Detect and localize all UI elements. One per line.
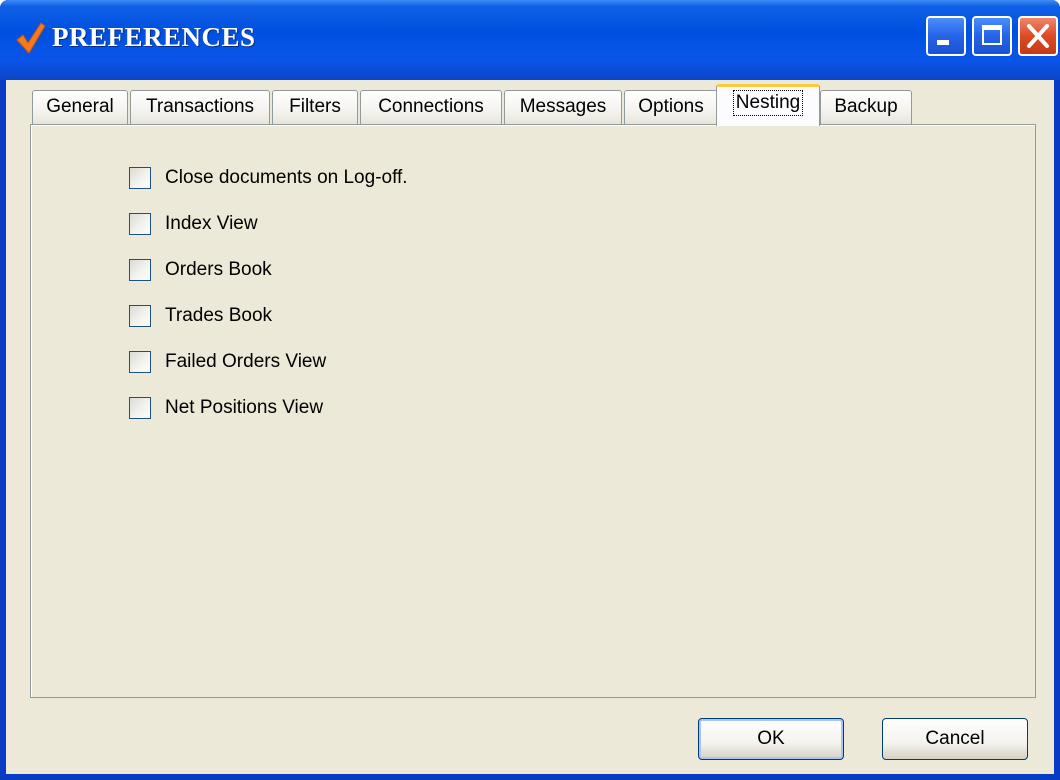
checkbox[interactable] <box>129 213 151 235</box>
maximize-button[interactable] <box>972 16 1012 56</box>
option-label: Index View <box>165 213 258 234</box>
tab-filters[interactable]: Filters <box>272 90 358 124</box>
preferences-window: PREFERENCES General Transactions Filters… <box>0 0 1060 780</box>
tab-messages[interactable]: Messages <box>504 90 622 124</box>
tab-label: Options <box>638 96 704 117</box>
checkbox[interactable] <box>129 397 151 419</box>
tab-general[interactable]: General <box>32 90 128 124</box>
tab-label: Messages <box>519 96 607 117</box>
tab-connections[interactable]: Connections <box>360 90 502 124</box>
tab-label: Backup <box>834 96 898 117</box>
close-icon <box>1027 24 1049 48</box>
dialog-client-area: General Transactions Filters Connections… <box>6 80 1054 774</box>
minimize-icon <box>937 40 949 45</box>
maximize-icon <box>982 25 1002 45</box>
tab-label: Transactions <box>145 96 255 117</box>
tab-label: General <box>46 96 114 117</box>
ok-button[interactable]: OK <box>698 718 844 760</box>
tab-backup[interactable]: Backup <box>820 90 912 124</box>
checkbox[interactable] <box>129 259 151 281</box>
option-label: Trades Book <box>165 305 273 326</box>
nesting-panel: Close documents on Log-off. Index View O… <box>30 124 1036 698</box>
checkbox[interactable] <box>129 351 151 373</box>
option-label: Orders Book <box>165 259 272 280</box>
checkbox[interactable] <box>129 305 151 327</box>
checkbox[interactable] <box>129 167 151 189</box>
option-label: Failed Orders View <box>165 351 327 372</box>
option-label: Close documents on Log-off. <box>165 167 408 188</box>
close-button[interactable] <box>1018 16 1058 56</box>
tab-nesting[interactable]: Nesting <box>716 84 820 126</box>
tab-label: Filters <box>289 96 341 117</box>
option-label: Net Positions View <box>165 397 324 418</box>
tab-label: Nesting <box>732 90 804 116</box>
window-title: PREFERENCES <box>52 22 256 52</box>
title-bar[interactable]: PREFERENCES <box>0 0 1060 80</box>
tab-transactions[interactable]: Transactions <box>130 90 270 124</box>
cancel-button[interactable]: Cancel <box>882 718 1028 760</box>
minimize-button[interactable] <box>926 16 966 56</box>
tab-label: Connections <box>378 96 484 117</box>
tab-options[interactable]: Options <box>624 90 718 124</box>
checkmark-icon <box>16 22 46 54</box>
